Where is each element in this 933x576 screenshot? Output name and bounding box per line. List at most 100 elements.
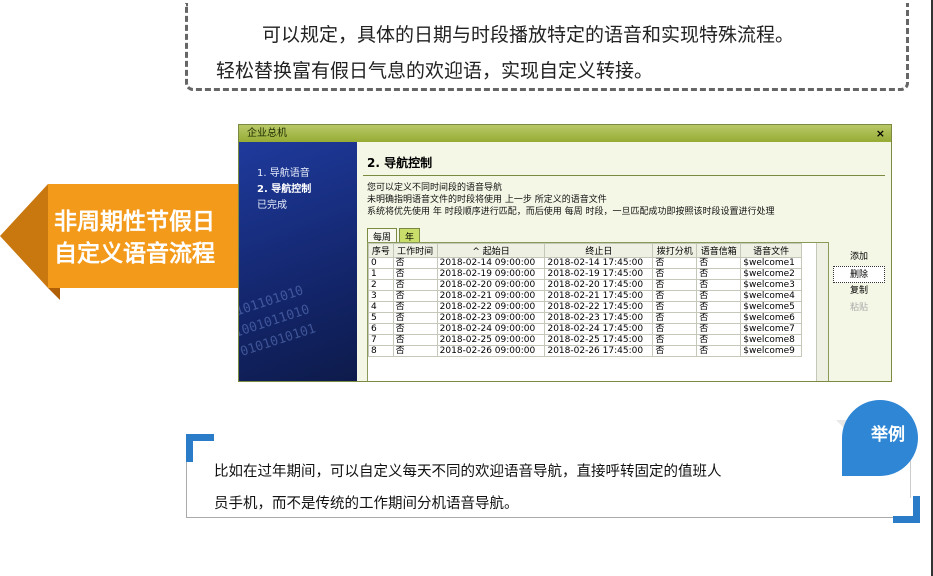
close-icon[interactable]: × [876, 125, 885, 142]
table-cell: 否 [652, 279, 698, 291]
section-banner: 非周期性节假日 自定义语音流程 [48, 184, 242, 300]
table-cell: 2018-02-25 17:45:00 [544, 334, 654, 346]
table-row[interactable]: 7 否 2018-02-25 09:00:00 2018-02-25 17:45:00… [368, 334, 802, 346]
table-cell: 8 [368, 345, 394, 357]
table-cell: 否 [652, 334, 698, 346]
schedule-table-container: 序号 工作时间 ^ 起始日 终止日 拨打分机 语音信箱 语音文件 0 否 2018-… [367, 242, 829, 381]
table-cell: 2018-02-14 17:45:00 [544, 257, 654, 269]
table-cell: 2018-02-25 09:00:00 [436, 334, 546, 346]
table-cell: $welcome6 [740, 312, 802, 324]
table-cell: 2018-02-23 17:45:00 [544, 312, 654, 324]
table-cell: 否 [392, 323, 438, 335]
table-cell: 否 [652, 301, 698, 313]
table-cell: 否 [652, 290, 698, 302]
col-voice-file[interactable]: 语音文件 [740, 243, 802, 258]
example-line-2: 员手机，而不是传统的工作期间分机语音导航。 [214, 496, 519, 512]
table-cell: 2018-02-14 09:00:00 [436, 257, 546, 269]
table-cell: 0 [368, 257, 394, 269]
app-window: 企业总机 × 1. 导航语音 2. 导航控制 已完成 0101101010 100… [238, 124, 892, 382]
paste-button[interactable]: 粘贴 [833, 300, 885, 317]
table-cell: 2018-02-20 17:45:00 [544, 279, 654, 291]
table-cell: 否 [392, 257, 438, 269]
table-cell: $welcome2 [740, 268, 802, 280]
table-cell: 否 [696, 290, 742, 302]
table-cell: 2018-02-21 17:45:00 [544, 290, 654, 302]
col-index[interactable]: 序号 [368, 243, 394, 258]
table-cell: 否 [696, 323, 742, 335]
table-cell: 否 [392, 290, 438, 302]
add-button[interactable]: 添加 [833, 249, 885, 266]
action-buttons: 添加 删除 复制 粘贴 [833, 249, 885, 317]
example-text: 比如在过年期间，可以自定义每天不同的欢迎语音导航，直接呼转固定的值班人 员手机，… [214, 456, 722, 520]
copy-button[interactable]: 复制 [833, 283, 885, 300]
desc-line-3: 系统将优先使用 年 时段顺序进行匹配，而后使用 每周 时段，一旦匹配成功即按照该… [367, 207, 775, 217]
banner-fold [48, 288, 60, 300]
table-cell: 2018-02-19 17:45:00 [544, 268, 654, 280]
table-row[interactable]: 2 否 2018-02-20 09:00:00 2018-02-20 17:45:00… [368, 279, 802, 291]
window-title: 企业总机 [247, 128, 287, 139]
wizard-content: 2. 导航控制 您可以定义不同时间段的语音导航 未明确指明语音文件的时段将使用 … [363, 142, 891, 381]
table-cell: 1 [368, 268, 394, 280]
step-navigation-control[interactable]: 2. 导航控制 [257, 182, 311, 198]
table-cell: 2018-02-24 17:45:00 [544, 323, 654, 335]
table-cell: 2 [368, 279, 394, 291]
banner-line-1: 非周期性节假日 [54, 209, 215, 235]
table-cell: 2018-02-20 09:00:00 [436, 279, 546, 291]
table-row[interactable]: 3 否 2018-02-21 09:00:00 2018-02-21 17:45:00… [368, 290, 802, 302]
table-cell: 2018-02-19 09:00:00 [436, 268, 546, 280]
col-end-date[interactable]: 终止日 [544, 243, 654, 258]
banner-line-2: 自定义语音流程 [54, 241, 215, 267]
table-cell: 7 [368, 334, 394, 346]
example-corner-top-left [186, 434, 214, 462]
table-cell: 2018-02-21 09:00:00 [436, 290, 546, 302]
table-cell: 否 [392, 279, 438, 291]
table-cell: 2018-02-26 17:45:00 [544, 345, 654, 357]
table-cell: 否 [652, 323, 698, 335]
table-cell: 否 [392, 301, 438, 313]
table-cell: 2018-02-22 17:45:00 [544, 301, 654, 313]
col-voicemail[interactable]: 语音信箱 [696, 243, 742, 258]
table-scrollbar[interactable] [816, 243, 828, 381]
table-cell: $welcome1 [740, 257, 802, 269]
table-cell: 否 [696, 312, 742, 324]
table-cell: $welcome9 [740, 345, 802, 357]
table-cell: 否 [652, 345, 698, 357]
table-cell: $welcome5 [740, 301, 802, 313]
delete-button[interactable]: 删除 [833, 266, 885, 283]
banner-tail [0, 184, 48, 288]
table-cell: 否 [696, 345, 742, 357]
table-cell: 否 [392, 268, 438, 280]
page-title: 2. 导航控制 [367, 156, 433, 170]
table-cell: $welcome8 [740, 334, 802, 346]
example-line-1: 比如在过年期间，可以自定义每天不同的欢迎语音导航，直接呼转固定的值班人 [214, 464, 722, 480]
intro-line-1: 可以规定，具体的日期与时段播放特定的语音和实现特殊流程。 [262, 24, 795, 46]
table-cell: 2018-02-26 09:00:00 [436, 345, 546, 357]
example-corner-bottom-right [893, 496, 920, 523]
col-start-date[interactable]: ^ 起始日 [436, 243, 546, 258]
desc-line-2: 未明确指明语音文件的时段将使用 上一步 所定义的语音文件 [367, 195, 607, 205]
table-cell: $welcome4 [740, 290, 802, 302]
table-cell: 否 [696, 279, 742, 291]
table-row[interactable]: 1 否 2018-02-19 09:00:00 2018-02-19 17:45:00… [368, 268, 802, 280]
table-cell: 否 [696, 334, 742, 346]
table-row[interactable]: 6 否 2018-02-24 09:00:00 2018-02-24 17:45:00… [368, 323, 802, 335]
table-row[interactable]: 4 否 2018-02-22 09:00:00 2018-02-22 17:45:00… [368, 301, 802, 313]
col-dial-ext[interactable]: 拨打分机 [652, 243, 698, 258]
step-done[interactable]: 已完成 [257, 198, 311, 214]
table-row[interactable]: 8 否 2018-02-26 09:00:00 2018-02-26 17:45:00… [368, 345, 802, 357]
table-cell: 6 [368, 323, 394, 335]
table-cell: 否 [392, 334, 438, 346]
table-header-row: 序号 工作时间 ^ 起始日 终止日 拨打分机 语音信箱 语音文件 [368, 243, 802, 258]
table-cell: 否 [652, 268, 698, 280]
table-row[interactable]: 5 否 2018-02-23 09:00:00 2018-02-23 17:45:00… [368, 312, 802, 324]
title-divider [363, 175, 885, 176]
table-cell: 2018-02-23 09:00:00 [436, 312, 546, 324]
table-cell: 4 [368, 301, 394, 313]
table-cell: 否 [652, 312, 698, 324]
wizard-steps: 1. 导航语音 2. 导航控制 已完成 [257, 166, 311, 214]
table-row[interactable]: 0 否 2018-02-14 09:00:00 2018-02-14 17:45:00… [368, 257, 802, 269]
col-work-time[interactable]: 工作时间 [392, 243, 438, 258]
step-navigation-voice[interactable]: 1. 导航语音 [257, 166, 311, 182]
table-cell: 否 [696, 257, 742, 269]
table-cell: 否 [392, 345, 438, 357]
